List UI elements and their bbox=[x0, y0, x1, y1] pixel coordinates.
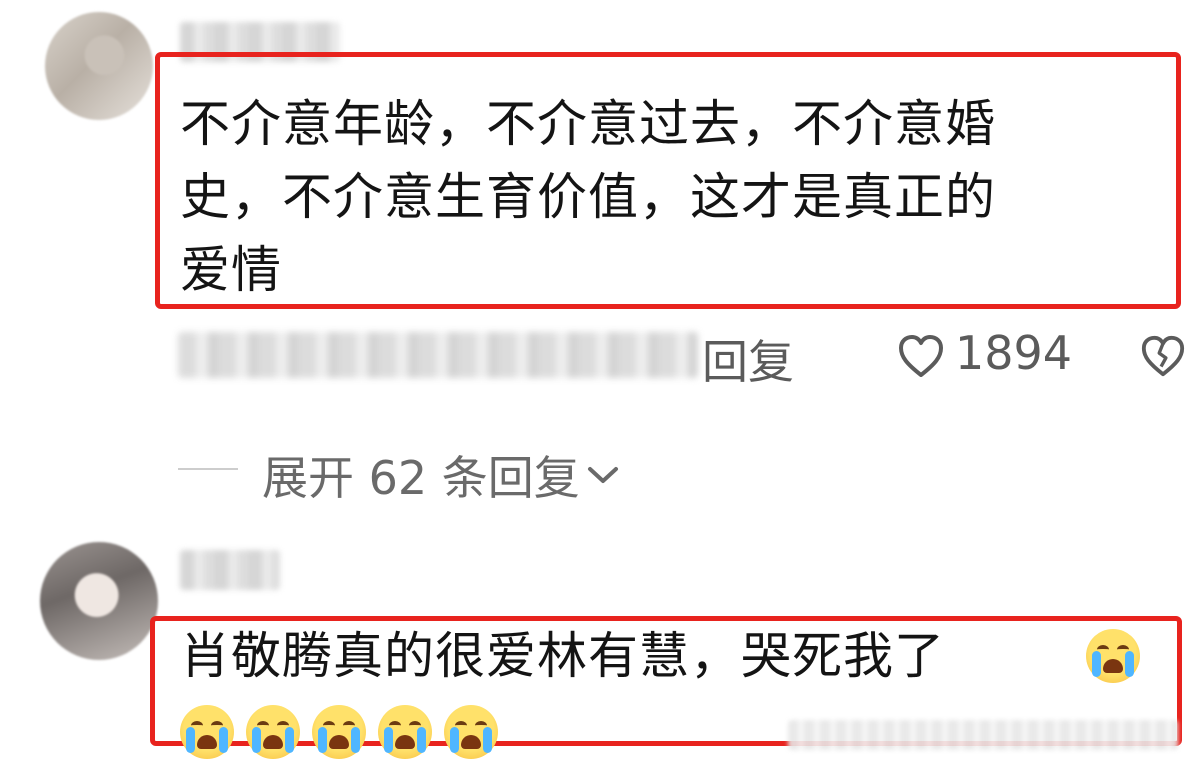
like-count: 1894 bbox=[955, 326, 1073, 380]
username-blurred[interactable] bbox=[180, 550, 280, 590]
broken-heart-icon[interactable] bbox=[1140, 333, 1186, 379]
crying-face-emoji bbox=[378, 705, 432, 759]
avatar[interactable] bbox=[45, 12, 153, 120]
crying-face-emoji bbox=[180, 705, 234, 759]
heart-outline-icon[interactable] bbox=[897, 333, 945, 379]
expand-replies-button[interactable]: 展开 62 条回复 bbox=[262, 442, 620, 508]
avatar[interactable] bbox=[40, 542, 158, 660]
comment-line: 不介意年龄，不介意过去，不介意婚 bbox=[180, 95, 996, 153]
expand-replies-label: 展开 62 条回复 bbox=[262, 451, 580, 505]
watermark-blurred bbox=[788, 720, 1178, 750]
divider bbox=[178, 468, 238, 470]
emoji-row bbox=[180, 705, 498, 759]
crying-face-emoji bbox=[312, 705, 366, 759]
chevron-down-icon bbox=[587, 467, 618, 483]
comment-text: 肖敬腾真的很爱林有慧，哭死我了 bbox=[180, 620, 1120, 693]
timestamp-location-blurred bbox=[178, 332, 698, 378]
crying-face-emoji bbox=[444, 705, 498, 759]
reply-button[interactable]: 回复 bbox=[702, 326, 794, 392]
comment-text: 不介意年龄，不介意过去，不介意婚 史，不介意生育价值，这才是真正的 爱情 bbox=[180, 88, 1160, 307]
crying-face-emoji bbox=[1086, 629, 1140, 687]
comment-line: 肖敬腾真的很爱林有慧，哭死我了 bbox=[180, 627, 945, 685]
comment-line: 史，不介意生育价值，这才是真正的 bbox=[180, 168, 996, 226]
comment-line: 爱情 bbox=[180, 241, 282, 299]
crying-face-emoji bbox=[246, 705, 300, 759]
